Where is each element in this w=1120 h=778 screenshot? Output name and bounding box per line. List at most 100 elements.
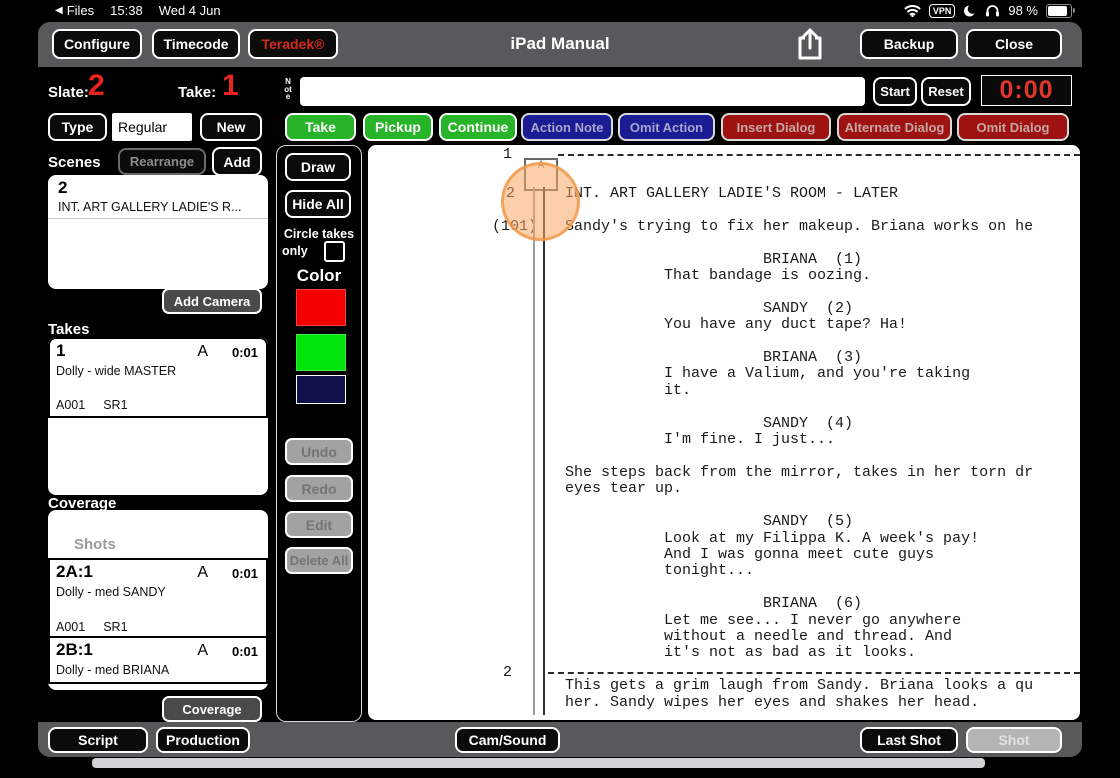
take-list-item[interactable]: 1 A 0:01 Dolly - wide MASTER A001 SR1: [48, 337, 268, 418]
color-label: Color: [296, 266, 342, 285]
take-duration: 0:01: [231, 345, 258, 360]
slate-value[interactable]: 2: [88, 71, 105, 101]
back-triangle-icon: ◀: [55, 5, 63, 16]
status-time: 15:38: [110, 3, 143, 18]
backup-button[interactable]: Backup: [860, 29, 958, 59]
shot-list-item[interactable]: 2A:1 A 0:01 Dolly - med SANDY A001 SR1: [48, 558, 268, 640]
circle-takes-label-line1: Circle takes: [283, 227, 355, 241]
script-text: INT. ART GALLERY LADIE'S ROOM - LATER Sa…: [565, 185, 1034, 711]
add-camera-button[interactable]: Add Camera: [162, 288, 262, 314]
cam-sound-button[interactable]: Cam/Sound: [455, 727, 560, 753]
take-sound-roll: SR1: [103, 398, 128, 412]
action-note-button[interactable]: Action Note: [521, 113, 613, 141]
take-type-field[interactable]: [112, 113, 192, 141]
timer-display: 0:00: [981, 75, 1072, 106]
scene-number: 2: [58, 178, 68, 197]
omit-dialog-button[interactable]: Omit Dialog: [957, 113, 1069, 141]
takes-label: Takes: [48, 321, 90, 338]
take-number: 1: [56, 341, 66, 360]
insert-dialog-button[interactable]: Insert Dialog: [721, 113, 831, 141]
coverage-button[interactable]: Coverage: [162, 696, 262, 722]
delete-all-button[interactable]: Delete All: [285, 547, 353, 574]
scene-list-item[interactable]: 2 INT. ART GALLERY LADIE'S R...: [48, 175, 268, 219]
draw-tools-panel: Draw Hide All Circle takes only Color Un…: [276, 145, 362, 722]
take-value[interactable]: 1: [222, 71, 239, 101]
bottom-toolbar: Script Production Cam/Sound Last Shot Sh…: [38, 722, 1082, 757]
vpn-badge-icon: VPN: [928, 3, 956, 18]
status-bar: ◀ Files 15:38 Wed 4 Jun VPN 98 %: [0, 0, 1120, 22]
shot-camera: A: [197, 564, 208, 581]
share-icon[interactable]: [793, 27, 827, 63]
coverage-line[interactable]: [533, 187, 545, 715]
shot-camera: A: [197, 642, 208, 659]
slate-label: Slate:: [48, 84, 89, 101]
back-to-files-link[interactable]: ◀ Files: [55, 3, 94, 18]
home-indicator[interactable]: [92, 758, 985, 768]
note-label: Note: [284, 77, 292, 101]
shot-roll-row: A001 SR1: [56, 620, 128, 634]
take-roll: A001: [56, 398, 86, 412]
wifi-icon: [904, 4, 921, 17]
ipad-screen: { "status_bar": { "back_icon": "◀", "bac…: [0, 0, 1120, 778]
shot-description: Dolly - med SANDY: [56, 585, 166, 599]
shots-header: Shots: [74, 536, 116, 553]
page-break-line-2: [548, 672, 1080, 674]
take-label: Take:: [178, 84, 217, 101]
headphones-icon: [986, 5, 1000, 17]
scenes-list: 2 INT. ART GALLERY LADIE'S R...: [48, 175, 268, 289]
takes-list: 1 A 0:01 Dolly - wide MASTER A001 SR1: [48, 337, 268, 495]
new-button[interactable]: New: [200, 113, 262, 141]
color-swatch-red[interactable]: [296, 289, 346, 326]
take-roll-row: A001 SR1: [56, 398, 128, 412]
script-tab-button[interactable]: Script: [48, 727, 148, 753]
take-description: Dolly - wide MASTER: [56, 364, 177, 378]
top-toolbar: Configure Timecode Teradek® iPad Manual …: [38, 22, 1082, 67]
shot-sound-roll: SR1: [103, 620, 128, 634]
page-break-line-1: [558, 154, 1080, 156]
take-button[interactable]: Take: [285, 113, 356, 141]
omit-action-button[interactable]: Omit Action: [618, 113, 715, 141]
shot-list-item[interactable]: 2B:1 A 0:01 Dolly - med BRIANA: [48, 636, 268, 684]
add-scene-button[interactable]: Add: [212, 147, 262, 176]
take-camera: A: [197, 343, 208, 360]
battery-icon: [1046, 3, 1075, 18]
circle-takes-checkbox[interactable]: [324, 241, 345, 262]
shot-duration: 0:01: [231, 566, 258, 581]
coverage-list: Shots 2A:1 A 0:01 Dolly - med SANDY A001…: [48, 510, 268, 690]
page-number-1: 1: [503, 146, 513, 163]
type-button[interactable]: Type: [48, 113, 107, 141]
pickup-button[interactable]: Pickup: [363, 113, 433, 141]
undo-button[interactable]: Undo: [285, 438, 353, 465]
back-app-label: Files: [66, 3, 95, 18]
close-button[interactable]: Close: [966, 29, 1062, 59]
start-button[interactable]: Start: [873, 77, 917, 106]
battery-percent: 98 %: [1008, 3, 1038, 18]
rearrange-button[interactable]: Rearrange: [118, 148, 206, 175]
script-view[interactable]: 1 2 (101) A INT. ART GALLERY LADIE'S ROO…: [368, 145, 1080, 720]
hide-all-button[interactable]: Hide All: [285, 190, 351, 218]
redo-button[interactable]: Redo: [285, 475, 353, 502]
status-date: Wed 4 Jun: [158, 3, 221, 18]
production-tab-button[interactable]: Production: [156, 727, 250, 753]
moon-icon: [964, 3, 978, 16]
shot-number: 2B:1: [56, 640, 93, 659]
alternate-dialog-button[interactable]: Alternate Dialog: [837, 113, 952, 141]
continue-button[interactable]: Continue: [439, 113, 517, 141]
shot-button[interactable]: Shot: [966, 727, 1062, 753]
shot-description: Dolly - med BRIANA: [56, 663, 170, 677]
color-swatch-green[interactable]: [296, 334, 346, 371]
circle-takes-label-line2: only: [282, 244, 308, 258]
circled-scene-mark[interactable]: [501, 162, 580, 241]
edit-button[interactable]: Edit: [285, 511, 353, 538]
page-number-2: 2: [503, 664, 513, 681]
shot-roll: A001: [56, 620, 86, 634]
reset-button[interactable]: Reset: [921, 77, 971, 106]
shot-duration: 0:01: [231, 644, 258, 659]
main-content: Slate: 2 Take: 1 Note Start Reset 0:00 T…: [38, 67, 1082, 722]
color-swatch-navy[interactable]: [296, 375, 346, 404]
note-input[interactable]: [300, 77, 865, 106]
app-window: Configure Timecode Teradek® iPad Manual …: [38, 22, 1082, 757]
draw-button[interactable]: Draw: [285, 153, 351, 181]
scenes-label: Scenes: [48, 154, 101, 171]
last-shot-button[interactable]: Last Shot: [860, 727, 958, 753]
